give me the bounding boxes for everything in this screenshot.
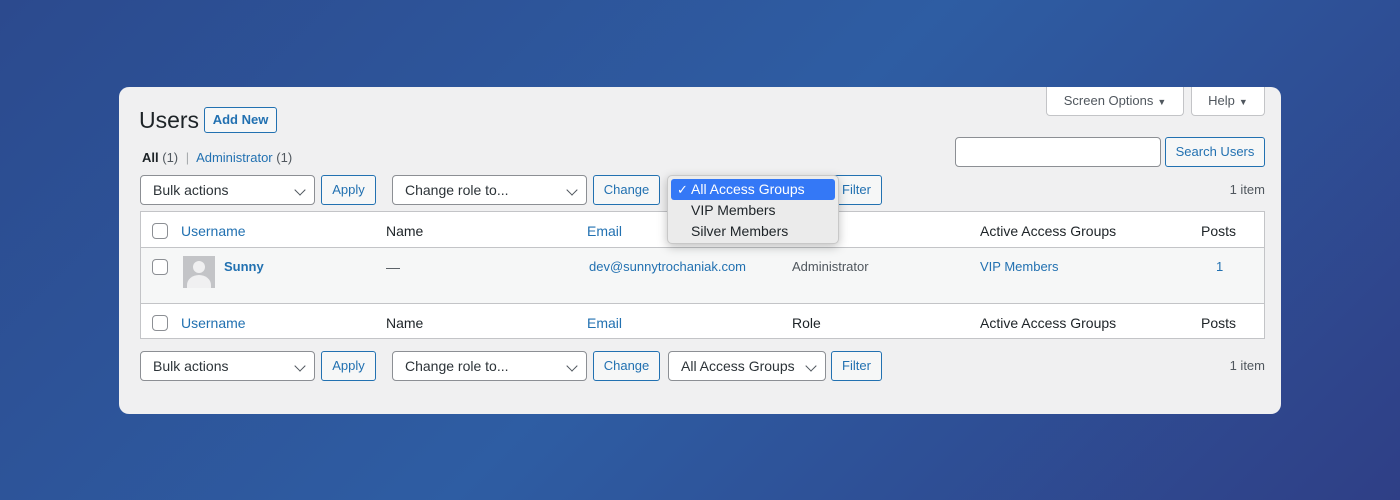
bulk-actions-select-bottom[interactable]: Bulk actions [140, 351, 315, 381]
item-count-bottom: 1 item [1229, 358, 1265, 373]
filter-all-count: (1) [162, 150, 179, 165]
search-users-button[interactable]: Search Users [1165, 137, 1265, 167]
change-role-select-top[interactable]: Change role to... [392, 175, 587, 205]
page-title: Users [139, 107, 200, 133]
column-email[interactable]: Email [587, 222, 622, 240]
filter-administrator-count: (1) [276, 150, 293, 165]
column-role-footer: Role [792, 315, 821, 331]
help-button[interactable]: Help ▼ [1191, 87, 1265, 116]
user-posts-link[interactable]: 1 [1216, 258, 1223, 276]
column-username-footer[interactable]: Username [181, 314, 246, 332]
change-role-select-bottom[interactable]: Change role to... [392, 351, 587, 381]
users-admin-panel: Screen Options ▼ Help ▼ Users Add New All … [119, 87, 1281, 414]
bulk-actions-select-top[interactable]: Bulk actions [140, 175, 315, 205]
column-posts-footer: Posts [1201, 315, 1237, 331]
apply-button-top[interactable]: Apply [321, 175, 376, 205]
column-name-footer: Name [386, 315, 424, 331]
user-role: Administrator [792, 259, 869, 274]
chevron-down-icon [566, 360, 578, 372]
avatar [183, 256, 215, 288]
checkmark-icon: ✓ [677, 182, 688, 197]
caret-down-icon: ▼ [1238, 97, 1248, 107]
dropdown-option-all-access-groups[interactable]: ✓ All Access Groups [671, 179, 835, 200]
column-name: Name [386, 223, 424, 239]
chevron-down-icon [566, 184, 578, 196]
column-email-footer[interactable]: Email [587, 314, 622, 332]
user-email-link[interactable]: dev@sunnytrochaniak.com [589, 258, 746, 276]
user-access-groups-link[interactable]: VIP Members [980, 258, 1059, 276]
change-button-top[interactable]: Change [593, 175, 660, 205]
select-all-checkbox[interactable] [152, 223, 168, 239]
screen-options-button[interactable]: Screen Options ▼ [1046, 87, 1184, 116]
dropdown-option-silver-members[interactable]: Silver Members [671, 221, 835, 242]
table-footer: Username Name Email Role Active Access G… [141, 303, 1264, 339]
add-new-button[interactable]: Add New [204, 107, 277, 133]
access-groups-dropdown-menu[interactable]: ✓ All Access Groups VIP Members Silver M… [667, 175, 839, 244]
change-button-bottom[interactable]: Change [593, 351, 660, 381]
item-count-top: 1 item [1229, 182, 1265, 197]
filter-button-bottom[interactable]: Filter [831, 351, 882, 381]
user-search-input[interactable] [955, 137, 1161, 167]
select-all-checkbox-footer[interactable] [152, 315, 168, 331]
table-row: Sunny — dev@sunnytrochaniak.com Administ… [141, 248, 1264, 303]
user-username-link[interactable]: Sunny [224, 258, 264, 276]
filter-all-link[interactable]: All [142, 150, 159, 165]
chevron-down-icon [805, 360, 817, 372]
column-posts: Posts [1201, 223, 1237, 239]
chevron-down-icon [294, 360, 306, 372]
filter-administrator-link[interactable]: Administrator [196, 150, 273, 165]
row-checkbox[interactable] [152, 259, 168, 275]
access-groups-select-bottom[interactable]: All Access Groups [668, 351, 826, 381]
caret-down-icon: ▼ [1157, 97, 1167, 107]
apply-button-bottom[interactable]: Apply [321, 351, 376, 381]
column-access-groups-footer: Active Access Groups [980, 315, 1117, 331]
user-name: — [386, 259, 400, 275]
dropdown-option-vip-members[interactable]: VIP Members [671, 200, 835, 221]
column-username[interactable]: Username [181, 222, 246, 240]
column-access-groups: Active Access Groups [980, 223, 1117, 239]
role-filter-links: All (1) | Administrator (1) [142, 150, 292, 166]
filter-separator: | [185, 150, 190, 165]
chevron-down-icon [294, 184, 306, 196]
